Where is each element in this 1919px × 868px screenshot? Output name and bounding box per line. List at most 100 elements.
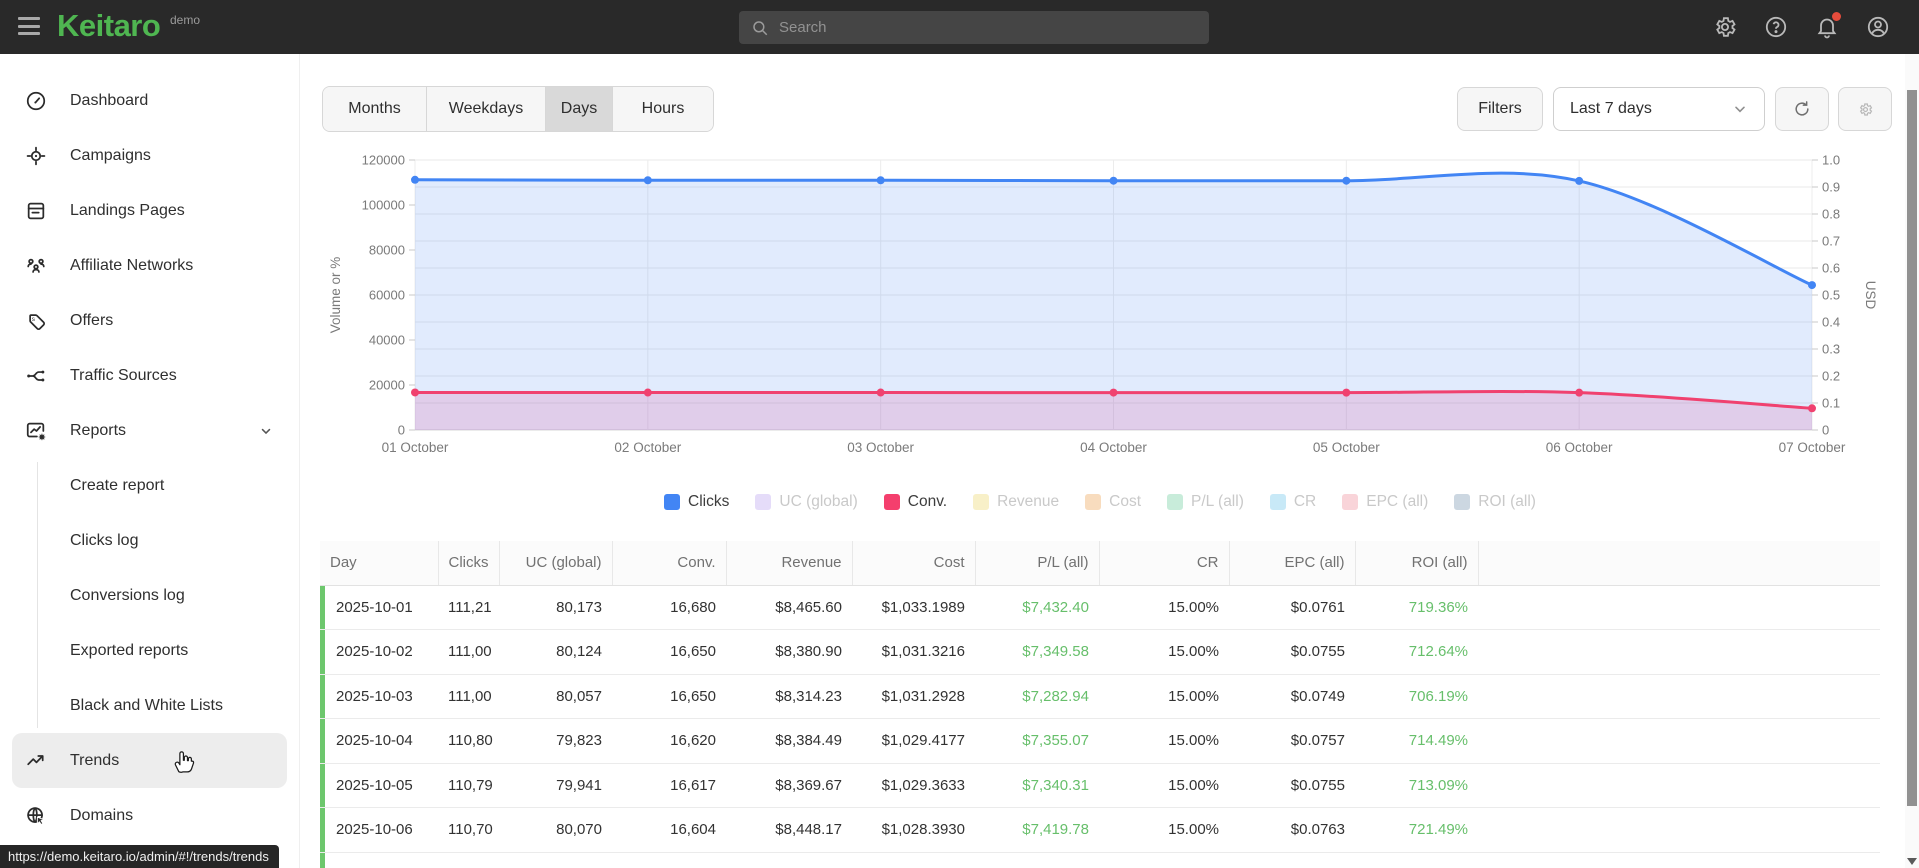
column-filler	[1477, 541, 1880, 586]
table-cell: 111,00	[438, 629, 499, 675]
date-range-select[interactable]: Last 7 days	[1553, 87, 1765, 131]
tab-days[interactable]: Days	[546, 87, 613, 131]
small-gear-icon	[1859, 102, 1872, 116]
table-cell: 80,057	[499, 674, 612, 719]
table-cell: 110,79	[438, 763, 499, 808]
hamburger-menu-icon[interactable]	[18, 17, 42, 37]
column-header-revenue[interactable]: Revenue	[725, 541, 852, 586]
search-input[interactable]	[779, 19, 1197, 36]
sidebar-item-campaigns[interactable]: Campaigns	[12, 128, 287, 183]
sidebar-item-landings-pages[interactable]: Landings Pages	[12, 183, 287, 238]
svg-text:0: 0	[1822, 423, 1829, 438]
tab-months[interactable]: Months	[323, 87, 427, 131]
table-cell: 15.00%	[1099, 629, 1229, 675]
legend-item-cost[interactable]: Cost	[1085, 493, 1141, 511]
tab-hours[interactable]: Hours	[613, 87, 713, 131]
search-icon	[753, 20, 768, 35]
legend-swatch	[755, 494, 772, 510]
column-header-conv-[interactable]: Conv.	[611, 541, 726, 586]
scrollbar-thumb[interactable]	[1907, 90, 1917, 806]
column-header-cost[interactable]: Cost	[851, 541, 975, 586]
table-cell: $7,282.94	[975, 674, 1099, 719]
svg-text:100000: 100000	[362, 198, 405, 213]
sidebar-item-offers[interactable]: s Offers	[12, 293, 287, 348]
bell-icon[interactable]	[1815, 12, 1841, 39]
help-icon[interactable]	[1764, 15, 1788, 39]
trends-chart: 0 20000 40000 60000 80000 100000 120000 0 0.1 0.2…	[320, 145, 1880, 475]
legend-swatch	[1342, 494, 1359, 510]
legend-item-uc-global-[interactable]: UC (global)	[755, 493, 858, 511]
legend-item-revenue[interactable]: Revenue	[973, 493, 1059, 511]
table-cell: 2025-10-02	[320, 629, 438, 675]
legend-item-conv-[interactable]: Conv.	[883, 493, 947, 511]
sidebar-item-dashboard[interactable]: Dashboard	[12, 73, 287, 128]
svg-text:0.7: 0.7	[1822, 234, 1840, 249]
sidebar-item-trends[interactable]: Trends	[12, 733, 287, 788]
keitaro-logo[interactable]: Keitaro	[57, 8, 161, 44]
table-cell: 9,648	[612, 852, 726, 868]
table-cell: 2025-10-06	[320, 807, 438, 853]
table-row: 2025-10-06 110,70 80,070 16,604 $8,448.17 $1,…	[320, 807, 1880, 853]
svg-text:0.5: 0.5	[1822, 288, 1840, 303]
sidebar-subitem-create-report[interactable]: Create report	[12, 458, 287, 513]
svg-text:40000: 40000	[369, 333, 405, 348]
column-header-day[interactable]: Day	[320, 541, 438, 586]
table-cell: $7,432.40	[975, 585, 1099, 630]
table-cell: 44,457	[499, 852, 612, 868]
sidebar-item-label: Campaigns	[70, 146, 151, 164]
table-cell: $0.0749	[1229, 674, 1355, 719]
chart-legend: Clicks UC (global) Conv. Revenue Cost P/L (al…	[320, 484, 1880, 520]
campaigns-icon	[25, 145, 47, 167]
svg-text:0.6: 0.6	[1822, 261, 1840, 276]
svg-text:USD: USD	[1863, 281, 1878, 310]
table-cell: 15.00%	[1099, 585, 1229, 630]
sidebar-item-domains[interactable]: Domains	[12, 788, 287, 843]
sidebar-item-label: Domains	[70, 806, 134, 824]
column-header-cr[interactable]: CR	[1098, 541, 1229, 586]
sidebar-item-affiliate-networks[interactable]: Affiliate Networks	[12, 238, 287, 293]
dashboard-icon	[25, 90, 47, 112]
account-icon[interactable]	[1866, 15, 1890, 39]
table-cell: $1,031.3216	[852, 629, 975, 675]
column-header-epc-all-[interactable]: EPC (all)	[1228, 541, 1355, 586]
legend-item-p-l-all-[interactable]: P/L (all)	[1167, 493, 1244, 511]
sidebar-item-traffic-sources[interactable]: Traffic Sources	[12, 348, 287, 403]
filters-button[interactable]: Filters	[1457, 87, 1543, 131]
table-cell: 80,124	[499, 629, 612, 675]
sidebar-subitem-black-and-white-lists[interactable]: Black and White Lists	[12, 678, 287, 733]
gear-icon[interactable]	[1713, 15, 1737, 39]
sidebar-item-label: Traffic Sources	[70, 366, 177, 384]
sidebar: Dashboard Campaigns Landings Pages Affiliat…	[0, 54, 300, 868]
legend-item-epc-all-[interactable]: EPC (all)	[1342, 493, 1428, 511]
sidebar-subitem-clicks-log[interactable]: Clicks log	[12, 513, 287, 568]
table-cell-filler	[1478, 718, 1880, 764]
chart-settings-button[interactable]	[1838, 87, 1892, 131]
column-header-roi-all-[interactable]: ROI (all)	[1354, 541, 1478, 586]
tab-weekdays[interactable]: Weekdays	[427, 87, 546, 131]
search-bar[interactable]	[739, 11, 1209, 44]
svg-text:120000: 120000	[362, 153, 405, 168]
trends-table: Day Clicks UC (global) Conv. Revenue Cost P/L …	[320, 541, 1880, 868]
table-cell: 111,21	[438, 585, 499, 630]
table-cell-filler	[1478, 763, 1880, 808]
table-cell: $8,314.23	[726, 674, 852, 719]
legend-item-cr[interactable]: CR	[1269, 493, 1316, 511]
sidebar-subitem-exported-reports[interactable]: Exported reports	[12, 623, 287, 678]
sidebar-item-reports[interactable]: Reports	[12, 403, 287, 458]
column-header-clicks[interactable]: Clicks	[437, 541, 499, 586]
column-header-uc-global-[interactable]: UC (global)	[498, 541, 612, 586]
scrollbar-track[interactable]	[1905, 54, 1919, 868]
column-header-p-l-all-[interactable]: P/L (all)	[974, 541, 1099, 586]
table-cell: 79,823	[499, 718, 612, 764]
scrollbar-down-arrow[interactable]	[1907, 858, 1917, 865]
sidebar-subitem-conversions-log[interactable]: Conversions log	[12, 568, 287, 623]
env-label: demo	[170, 13, 201, 27]
table-cell: $4,265.51	[975, 852, 1099, 868]
table-cell: $1,028.3930	[852, 807, 975, 853]
legend-item-roi-all-[interactable]: ROI (all)	[1454, 493, 1536, 511]
legend-item-clicks[interactable]: Clicks	[664, 493, 729, 511]
table-cell: $0.0761	[1229, 585, 1355, 630]
legend-swatch	[1085, 494, 1102, 510]
refresh-button[interactable]	[1775, 87, 1829, 131]
table-cell: 16,680	[612, 585, 726, 630]
